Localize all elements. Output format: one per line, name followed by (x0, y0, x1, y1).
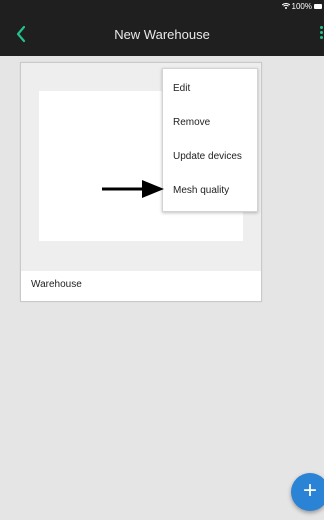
context-menu: Edit Remove Update devices Mesh quality (162, 68, 258, 212)
pointer-arrow-icon (102, 180, 164, 198)
menu-item-mesh-quality[interactable]: Mesh quality (173, 185, 229, 196)
menu-item-edit[interactable]: Edit (173, 83, 190, 94)
more-options-button[interactable] (316, 24, 324, 48)
menu-item-update-devices[interactable]: Update devices (173, 151, 242, 162)
more-vertical-icon (319, 26, 323, 29)
menu-item-remove[interactable]: Remove (173, 117, 210, 128)
app-toolbar: New Warehouse (0, 14, 324, 56)
card-label: Warehouse (31, 279, 82, 290)
add-button[interactable]: + (291, 473, 324, 511)
status-bar: 100% (0, 0, 324, 14)
battery-icon (314, 4, 322, 9)
page-title: New Warehouse (114, 27, 210, 42)
wifi-icon (281, 2, 290, 11)
status-indicators: 100% (281, 2, 322, 11)
battery-percent: 100% (291, 2, 312, 11)
